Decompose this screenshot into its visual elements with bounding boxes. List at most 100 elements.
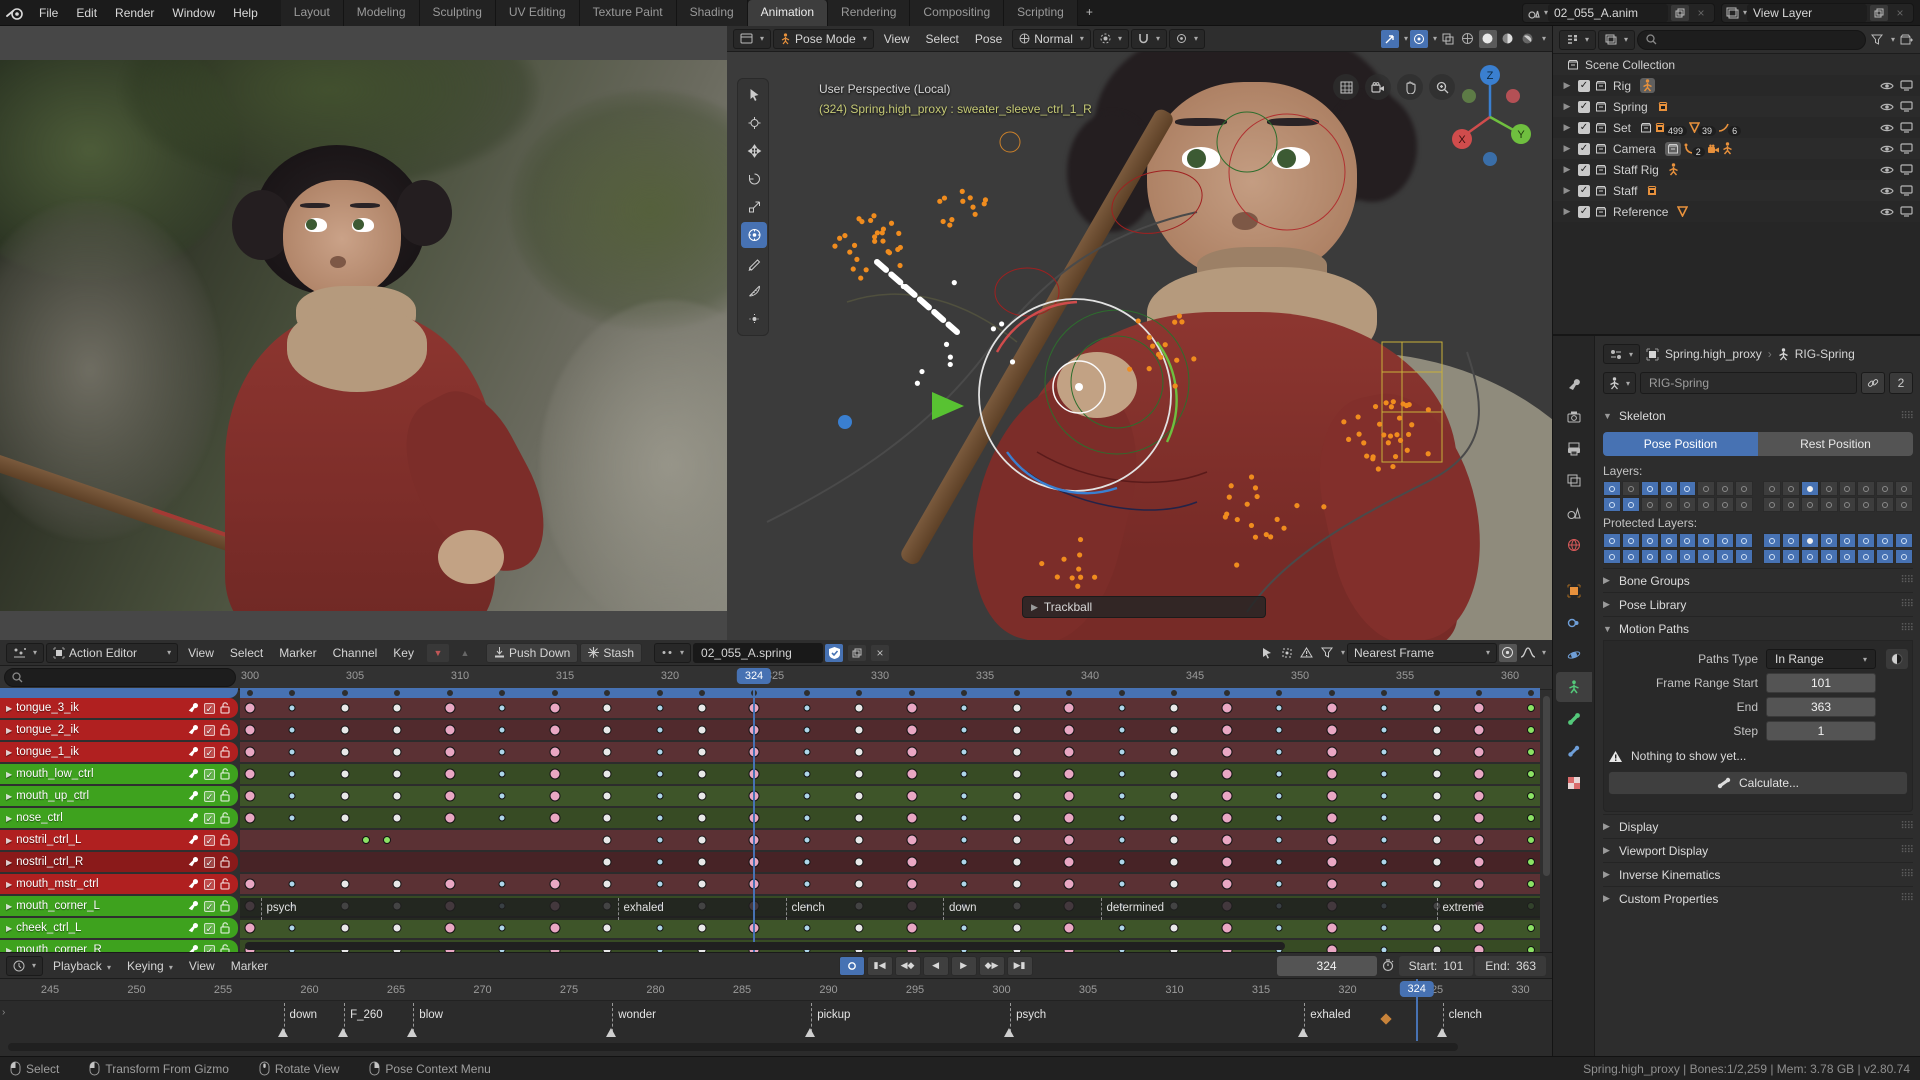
keyframe-pink[interactable]: [1326, 790, 1337, 802]
summary-key-dot[interactable]: [1223, 690, 1230, 696]
layer-toggle[interactable]: [1678, 533, 1697, 548]
keyframe-blue[interactable]: [1118, 748, 1125, 756]
marker-F_260[interactable]: F_260: [344, 1003, 383, 1037]
scene-copy-button[interactable]: [1670, 4, 1689, 21]
keyframe-blue[interactable]: [498, 770, 506, 778]
viewport-menu-view[interactable]: View: [876, 30, 918, 48]
outliner-row-staff-rig[interactable]: ▶ ✓ Staff Rig: [1553, 159, 1920, 180]
keyframe-row-nose_ctrl[interactable]: [240, 808, 1540, 830]
keyframe-pink[interactable]: [1221, 878, 1232, 890]
cursor-tool-button[interactable]: [741, 110, 767, 136]
tab-layout[interactable]: Layout: [280, 0, 344, 26]
summary-key-dot[interactable]: [1276, 690, 1282, 696]
field-frame-range-start[interactable]: 101: [1766, 673, 1876, 693]
dopesheet-marker-strip[interactable]: psychexhaledclenchdowndeterminedextremeE: [240, 898, 1540, 920]
keyframe-blue[interactable]: [498, 704, 506, 712]
keyframe-white[interactable]: [854, 835, 864, 845]
keyframe-blue[interactable]: [656, 880, 663, 888]
armature-id-name[interactable]: RIG-Spring: [1640, 372, 1857, 394]
keyframe-pink[interactable]: [906, 812, 917, 824]
viewport-canvas[interactable]: User Perspective (Local) (324) Spring.hi…: [727, 52, 1552, 640]
keyframe-white[interactable]: [697, 769, 706, 779]
keyframe-row-tongue_2_ik[interactable]: [240, 720, 1540, 742]
measure-tool-button[interactable]: [741, 278, 767, 304]
show-overlays-toggle[interactable]: [1409, 29, 1428, 48]
outliner-row-camera[interactable]: ▶ ✓ Camera 2: [1553, 138, 1920, 159]
selected-channel-partial[interactable]: [0, 688, 238, 698]
keyframe-pink[interactable]: [1473, 768, 1484, 780]
keyframe-green[interactable]: [1527, 726, 1535, 734]
dopesheet-mode-selector[interactable]: Action Editor ▾: [46, 642, 179, 663]
filter-icon[interactable]: [1318, 644, 1336, 662]
keyframe-white[interactable]: [854, 879, 864, 889]
marker-clench[interactable]: clench: [785, 898, 825, 920]
keyframe-pink[interactable]: [1473, 746, 1484, 758]
marker-triangle[interactable]: [606, 1028, 617, 1037]
keyframe-row-nostril_ctrl_L[interactable]: [240, 830, 1540, 852]
calculate-paths-button[interactable]: Calculate...: [1608, 771, 1908, 795]
collection-checkbox[interactable]: ✓: [1578, 184, 1590, 197]
action-selector[interactable]: ▾: [654, 642, 692, 663]
tab-animation[interactable]: Animation: [747, 0, 829, 26]
keyframe-white[interactable]: [340, 923, 349, 933]
armature-id-browse[interactable]: ▾: [1603, 372, 1637, 394]
layer-toggle[interactable]: [1895, 497, 1913, 512]
layer-toggle[interactable]: [1838, 549, 1857, 564]
keyframe-pink[interactable]: [244, 724, 256, 736]
keyframe-blue[interactable]: [1118, 880, 1125, 888]
keyframe-blue[interactable]: [1118, 836, 1125, 844]
keyframe-green[interactable]: [1527, 880, 1535, 888]
field-step[interactable]: 1: [1766, 721, 1876, 741]
region-toggle-chevron[interactable]: ›: [2, 1007, 5, 1018]
summary-key-dot[interactable]: [1528, 690, 1534, 696]
layer-toggle[interactable]: [1640, 533, 1659, 548]
prev-keyframe-button[interactable]: ◀◆: [894, 955, 921, 976]
keyframe-blue[interactable]: [288, 726, 296, 734]
keyframe-row-nostril_ctrl_R[interactable]: [240, 852, 1540, 874]
summary-key-dot[interactable]: [908, 690, 915, 696]
keyframe-blue[interactable]: [960, 770, 968, 778]
summary-key-dot[interactable]: [446, 690, 453, 696]
keyframe-blue[interactable]: [656, 792, 663, 800]
summary-key-dot[interactable]: [341, 690, 348, 696]
marker-triangle[interactable]: [1436, 1028, 1447, 1037]
keyframe-blue[interactable]: [960, 748, 968, 756]
keyframe-blue[interactable]: [288, 924, 296, 932]
jump-to-end-button[interactable]: ▶▮: [1006, 955, 1033, 976]
keyframe-pink[interactable]: [1326, 878, 1337, 890]
keyframe-white[interactable]: [1432, 879, 1441, 889]
camera-viewport[interactable]: [0, 26, 727, 640]
section-motion-paths[interactable]: ▼ Motion Paths ⠿⠿: [1603, 616, 1914, 640]
stash-button[interactable]: Stash: [580, 642, 643, 663]
keyframe-pink[interactable]: [1063, 878, 1075, 890]
keyframe-white[interactable]: [1169, 703, 1179, 713]
section-custom-properties[interactable]: ▶ Custom Properties ⠿⠿: [1603, 886, 1914, 910]
keyframe-blue[interactable]: [498, 748, 506, 756]
keyframe-pink[interactable]: [1326, 834, 1337, 846]
properties-tab-render[interactable]: [1556, 402, 1592, 432]
keyframe-white[interactable]: [854, 747, 864, 757]
collection-checkbox[interactable]: ✓: [1578, 100, 1590, 113]
library-link-icon[interactable]: [1861, 372, 1885, 394]
keyframe-blue[interactable]: [498, 924, 506, 932]
keyframe-pink[interactable]: [1473, 922, 1484, 934]
summary-key-dot[interactable]: [394, 690, 400, 696]
proportional-edit-toggle[interactable]: ▾: [1168, 28, 1205, 49]
outliner-row-scene-collection[interactable]: Scene Collection: [1553, 54, 1920, 75]
keyframe-blue[interactable]: [656, 726, 663, 734]
keyframe-white[interactable]: [1432, 857, 1441, 867]
unlink-action-button[interactable]: ×: [871, 644, 890, 661]
viewport-menu-pose[interactable]: Pose: [967, 30, 1010, 48]
transform-tool-button[interactable]: [741, 222, 767, 248]
keyframe-pink[interactable]: [1063, 768, 1075, 780]
layer-toggle[interactable]: [1857, 481, 1876, 496]
layer-toggle[interactable]: [1659, 481, 1678, 496]
properties-tab-bone[interactable]: [1556, 704, 1592, 734]
editor-type-button[interactable]: ▾: [733, 28, 772, 49]
move-action-down-button[interactable]: ▼: [426, 643, 449, 662]
keyframe-white[interactable]: [1169, 725, 1179, 735]
collection-checkbox[interactable]: ✓: [1578, 142, 1590, 155]
use-preview-range-toggle[interactable]: [1379, 957, 1397, 975]
keyframe-blue[interactable]: [803, 814, 810, 822]
keyframe-white[interactable]: [602, 769, 612, 779]
